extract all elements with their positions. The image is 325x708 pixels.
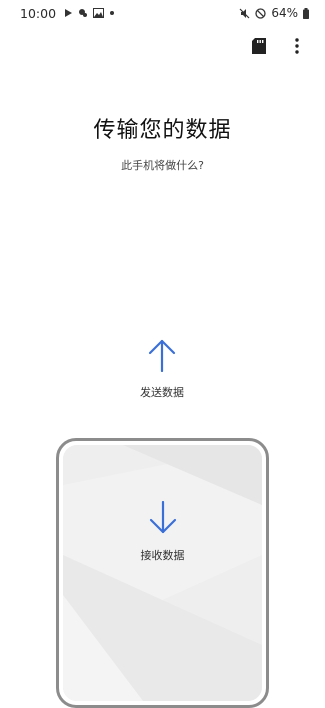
receive-data-button[interactable]: 接收数据 (63, 500, 262, 563)
battery-percent: 64% (271, 6, 298, 20)
page-subtitle: 此手机将做什么? (121, 159, 204, 172)
status-bar: 10:00 64% (0, 0, 325, 26)
dot-icon (109, 10, 115, 16)
status-left: 10:00 (20, 6, 115, 21)
gallery-icon (93, 8, 105, 18)
send-data-label: 发送数据 (140, 386, 184, 399)
phone-screen-background (63, 445, 262, 701)
battery-icon (303, 7, 309, 19)
mute-icon (239, 8, 250, 19)
more-options-icon[interactable] (287, 36, 307, 56)
page-title: 传输您的数据 (93, 118, 232, 143)
location-icon (78, 8, 88, 18)
sd-card-icon[interactable] (249, 36, 269, 56)
do-not-disturb-icon (255, 7, 266, 19)
status-right: 64% (239, 6, 309, 20)
phone-screen: 接收数据 (63, 445, 262, 701)
receive-data-label: 接收数据 (140, 549, 185, 562)
play-store-icon (64, 8, 73, 18)
status-time: 10:00 (20, 5, 57, 21)
send-data-button[interactable]: 发送数据 (112, 338, 212, 402)
arrow-up-icon (148, 338, 176, 376)
phone-illustration: 接收数据 (56, 438, 269, 708)
arrow-down-icon (149, 500, 177, 539)
top-actions (249, 36, 307, 56)
